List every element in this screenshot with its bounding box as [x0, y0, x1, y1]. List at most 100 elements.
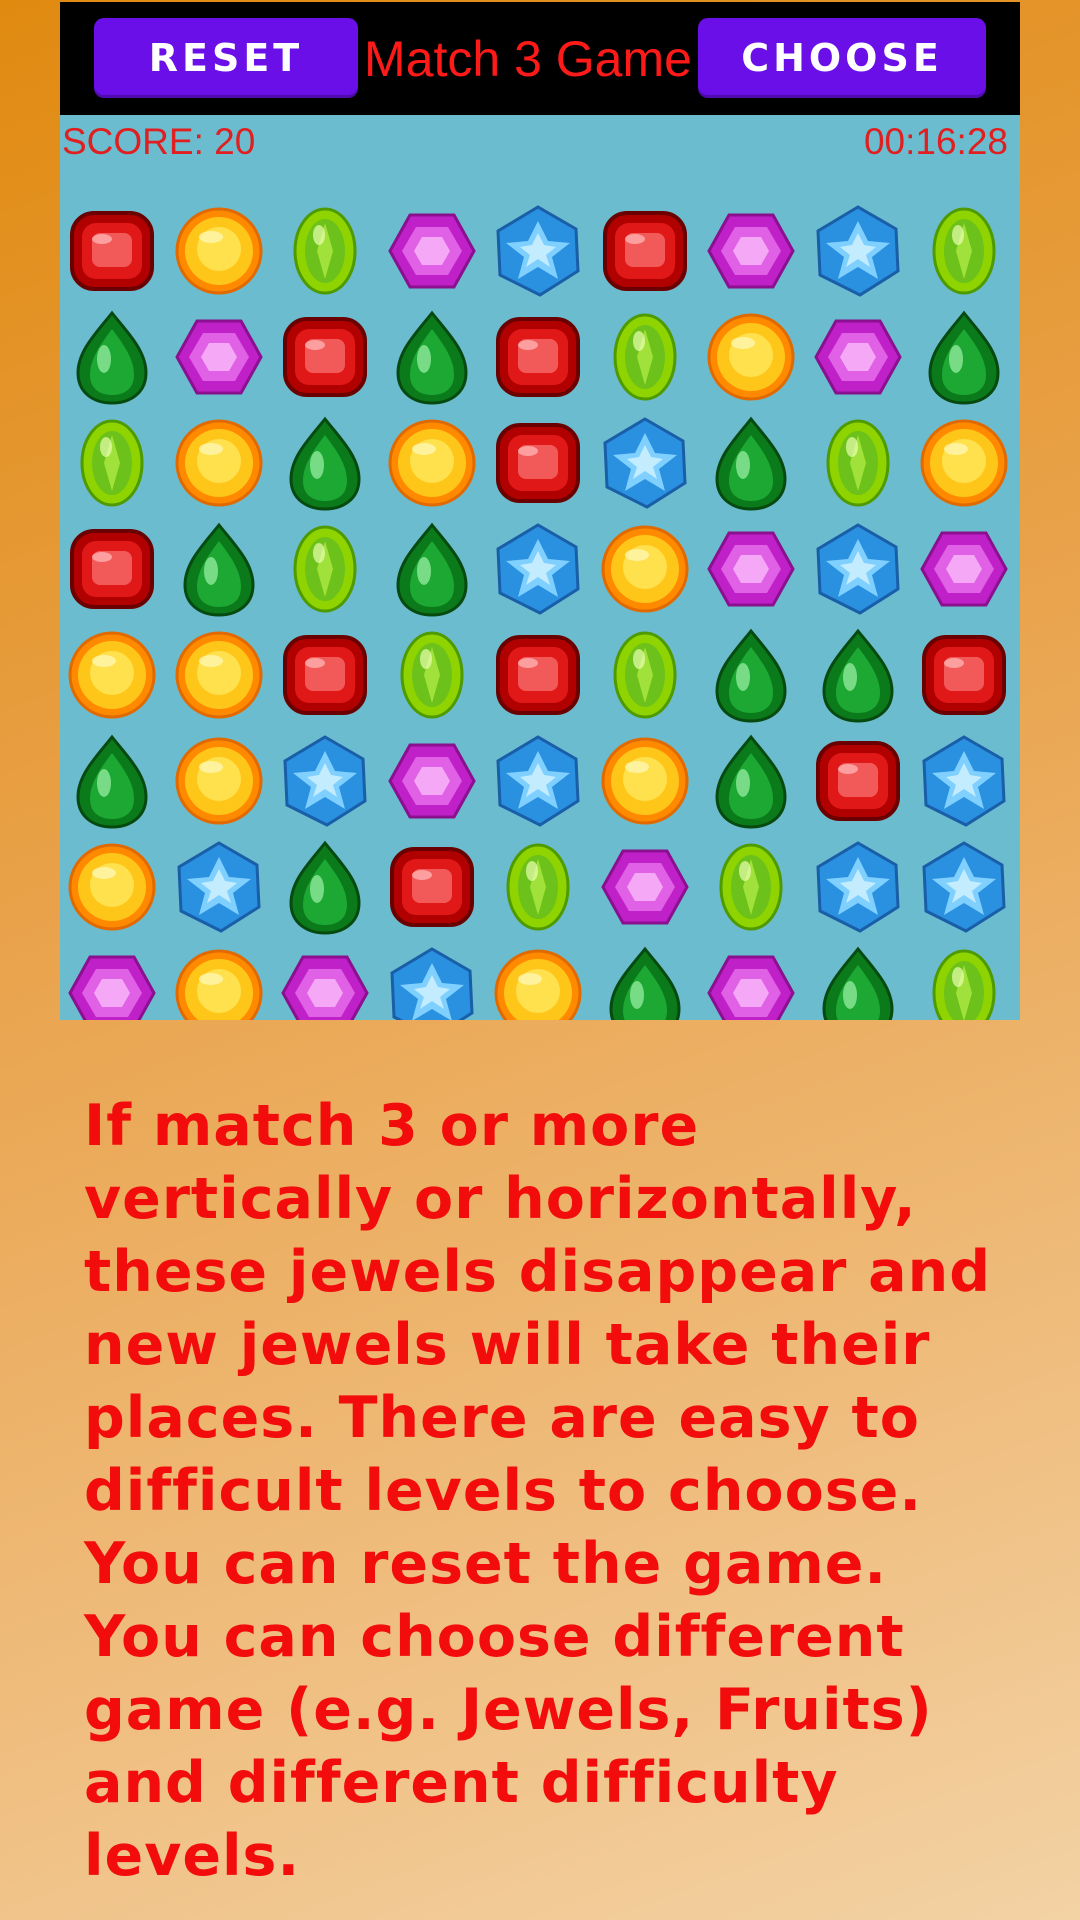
yellow-sun-icon — [601, 525, 688, 613]
yellow-sun-jewel[interactable] — [169, 625, 269, 725]
purple-hex-icon — [600, 849, 689, 925]
lime-oval-jewel[interactable] — [595, 307, 695, 407]
blue-star-jewel[interactable] — [808, 201, 908, 301]
red-ruby-jewel[interactable] — [488, 307, 588, 407]
lime-oval-jewel[interactable] — [275, 201, 375, 301]
lime-oval-icon — [719, 843, 783, 931]
red-ruby-jewel[interactable] — [382, 837, 482, 937]
green-drop-icon — [76, 310, 148, 405]
red-ruby-jewel[interactable] — [488, 413, 588, 513]
lime-oval-jewel[interactable] — [701, 837, 801, 937]
purple-hex-jewel[interactable] — [382, 201, 482, 301]
blue-star-jewel[interactable] — [488, 201, 588, 301]
green-drop-jewel[interactable] — [382, 519, 482, 619]
blue-star-jewel[interactable] — [169, 837, 269, 937]
lime-oval-jewel[interactable] — [808, 413, 908, 513]
jewel-grid — [60, 115, 1020, 1020]
green-drop-jewel[interactable] — [701, 413, 801, 513]
purple-hex-icon — [920, 531, 1008, 607]
red-ruby-jewel[interactable] — [62, 519, 162, 619]
green-drop-jewel[interactable] — [169, 519, 269, 619]
yellow-sun-jewel[interactable] — [62, 625, 162, 725]
green-drop-jewel[interactable] — [382, 307, 482, 407]
red-ruby-icon — [283, 635, 367, 715]
game-board: SCORE: 20 00:16:28 — [60, 115, 1020, 1020]
green-drop-jewel[interactable] — [808, 625, 908, 725]
yellow-sun-jewel[interactable] — [595, 519, 695, 619]
lime-oval-icon — [932, 207, 996, 295]
yellow-sun-jewel[interactable] — [169, 943, 269, 1020]
purple-hex-jewel[interactable] — [808, 307, 908, 407]
yellow-sun-jewel[interactable] — [169, 201, 269, 301]
purple-hex-icon — [68, 955, 156, 1020]
lime-oval-jewel[interactable] — [914, 201, 1014, 301]
green-drop-jewel[interactable] — [701, 625, 801, 725]
green-drop-jewel[interactable] — [808, 943, 908, 1020]
blue-star-jewel[interactable] — [275, 731, 375, 831]
yellow-sun-jewel[interactable] — [701, 307, 801, 407]
yellow-sun-jewel[interactable] — [595, 731, 695, 831]
red-ruby-jewel[interactable] — [808, 731, 908, 831]
blue-star-jewel[interactable] — [914, 731, 1014, 831]
blue-star-jewel[interactable] — [914, 837, 1014, 937]
red-ruby-icon — [496, 317, 580, 397]
red-ruby-jewel[interactable] — [914, 625, 1014, 725]
green-drop-icon — [715, 734, 787, 829]
red-ruby-icon — [815, 741, 900, 821]
purple-hex-jewel[interactable] — [701, 943, 801, 1020]
lime-oval-jewel[interactable] — [914, 943, 1014, 1020]
green-drop-icon — [395, 522, 468, 617]
yellow-sun-icon — [601, 737, 688, 825]
reset-button[interactable]: RESET — [94, 18, 358, 98]
lime-oval-jewel[interactable] — [595, 625, 695, 725]
blue-star-jewel[interactable] — [808, 519, 908, 619]
yellow-sun-jewel[interactable] — [62, 837, 162, 937]
choose-button[interactable]: CHOOSE — [698, 18, 986, 98]
purple-hex-jewel[interactable] — [169, 307, 269, 407]
yellow-sun-jewel[interactable] — [488, 943, 588, 1020]
blue-star-jewel[interactable] — [808, 837, 908, 937]
yellow-sun-icon — [175, 207, 262, 295]
purple-hex-jewel[interactable] — [595, 837, 695, 937]
green-drop-jewel[interactable] — [275, 837, 375, 937]
green-drop-icon — [715, 416, 787, 511]
purple-hex-jewel[interactable] — [701, 201, 801, 301]
lime-oval-jewel[interactable] — [488, 837, 588, 937]
green-drop-jewel[interactable] — [275, 413, 375, 513]
blue-star-icon — [815, 523, 900, 615]
green-drop-jewel[interactable] — [62, 731, 162, 831]
purple-hex-icon — [707, 955, 795, 1020]
purple-hex-jewel[interactable] — [382, 731, 482, 831]
yellow-sun-jewel[interactable] — [914, 413, 1014, 513]
yellow-sun-jewel[interactable] — [169, 413, 269, 513]
blue-star-jewel[interactable] — [488, 731, 588, 831]
green-drop-jewel[interactable] — [595, 943, 695, 1020]
blue-star-jewel[interactable] — [382, 943, 482, 1020]
yellow-sun-jewel[interactable] — [382, 413, 482, 513]
red-ruby-jewel[interactable] — [595, 201, 695, 301]
green-drop-jewel[interactable] — [62, 307, 162, 407]
blue-star-icon — [496, 735, 580, 827]
red-ruby-jewel[interactable] — [275, 625, 375, 725]
purple-hex-jewel[interactable] — [62, 943, 162, 1020]
red-ruby-jewel[interactable] — [62, 201, 162, 301]
green-drop-icon — [821, 946, 894, 1020]
green-drop-jewel[interactable] — [914, 307, 1014, 407]
blue-star-jewel[interactable] — [595, 413, 695, 513]
lime-oval-jewel[interactable] — [382, 625, 482, 725]
blue-star-icon — [922, 841, 1006, 933]
blue-star-jewel[interactable] — [488, 519, 588, 619]
purple-hex-jewel[interactable] — [275, 943, 375, 1020]
purple-hex-jewel[interactable] — [701, 519, 801, 619]
green-drop-jewel[interactable] — [701, 731, 801, 831]
yellow-sun-icon — [175, 419, 262, 507]
purple-hex-jewel[interactable] — [914, 519, 1014, 619]
lime-oval-jewel[interactable] — [275, 519, 375, 619]
red-ruby-jewel[interactable] — [275, 307, 375, 407]
green-drop-icon — [289, 840, 361, 935]
lime-oval-jewel[interactable] — [62, 413, 162, 513]
red-ruby-jewel[interactable] — [488, 625, 588, 725]
game-title: Match 3 Game — [364, 31, 692, 87]
yellow-sun-jewel[interactable] — [169, 731, 269, 831]
yellow-sun-icon — [494, 949, 582, 1020]
